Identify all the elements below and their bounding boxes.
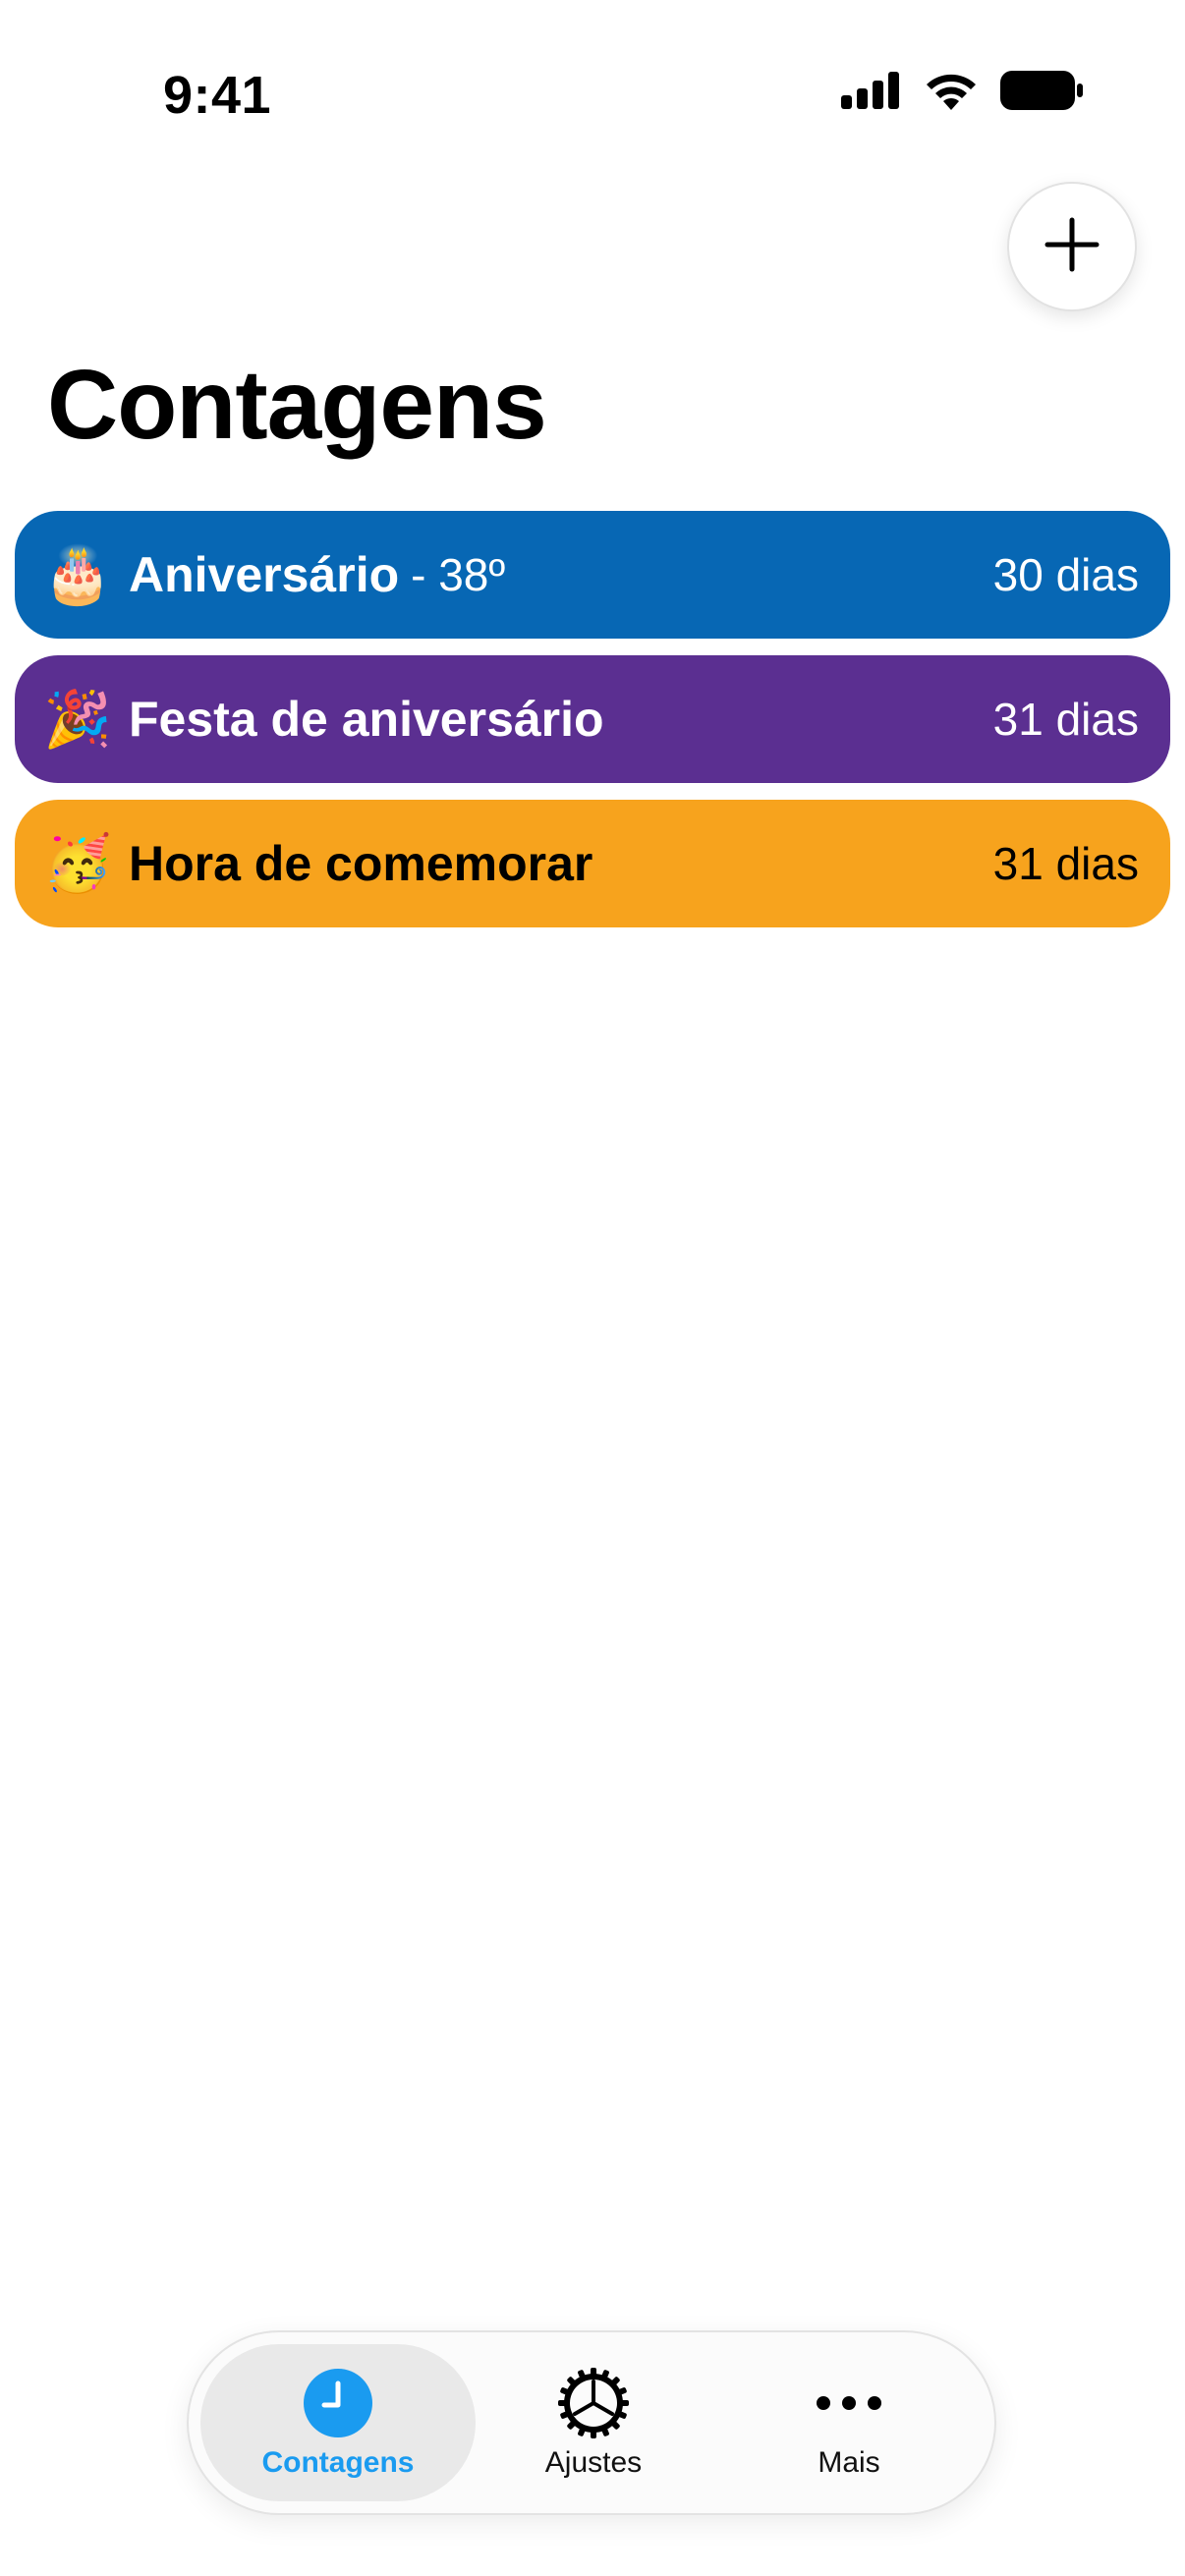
tab-label: Ajustes [544,2446,643,2479]
party-popper-icon: 🎉 [43,688,112,750]
ellipsis-icon [812,2366,886,2440]
clock-icon [301,2366,375,2440]
counter-row[interactable]: 🎂 Aniversário - 38º 30 dias [15,511,1170,639]
counter-days: 31 dias [992,838,1139,889]
partying-face-icon: 🥳 [43,832,112,894]
counter-row[interactable]: 🎉 Festa de aniversário 31 dias [15,655,1170,783]
plus-icon [1044,216,1100,278]
gear-icon [556,2366,631,2440]
counter-name: Aniversário [129,547,400,602]
counter-name: Hora de comemorar [129,836,593,891]
counter-days: 31 dias [992,694,1139,745]
tab-bar: Contagens Ajustes Mais [187,2330,996,2515]
counter-days: 30 dias [992,549,1139,600]
add-counter-button[interactable] [1007,182,1137,311]
counter-row[interactable]: 🥳 Hora de comemorar 31 dias [15,800,1170,927]
counter-name: Festa de aniversário [129,692,604,747]
counter-suffix: - 38º [411,549,506,600]
page-title: Contagens [47,350,547,460]
tab-label: Mais [818,2446,880,2479]
counter-list: 🎂 Aniversário - 38º 30 dias 🎉 Festa de a… [15,511,1170,944]
tab-contagens[interactable]: Contagens [200,2344,476,2501]
status-icons [841,71,1083,115]
wifi-icon [924,71,979,115]
birthday-cake-icon: 🎂 [43,543,112,605]
battery-icon [1000,71,1083,115]
cellular-signal-icon [841,72,902,114]
status-bar: 9:41 [0,0,1185,177]
tab-mais[interactable]: Mais [711,2344,987,2501]
tab-label: Contagens [261,2446,415,2479]
tab-ajustes[interactable]: Ajustes [456,2344,731,2501]
status-time: 9:41 [163,66,272,125]
